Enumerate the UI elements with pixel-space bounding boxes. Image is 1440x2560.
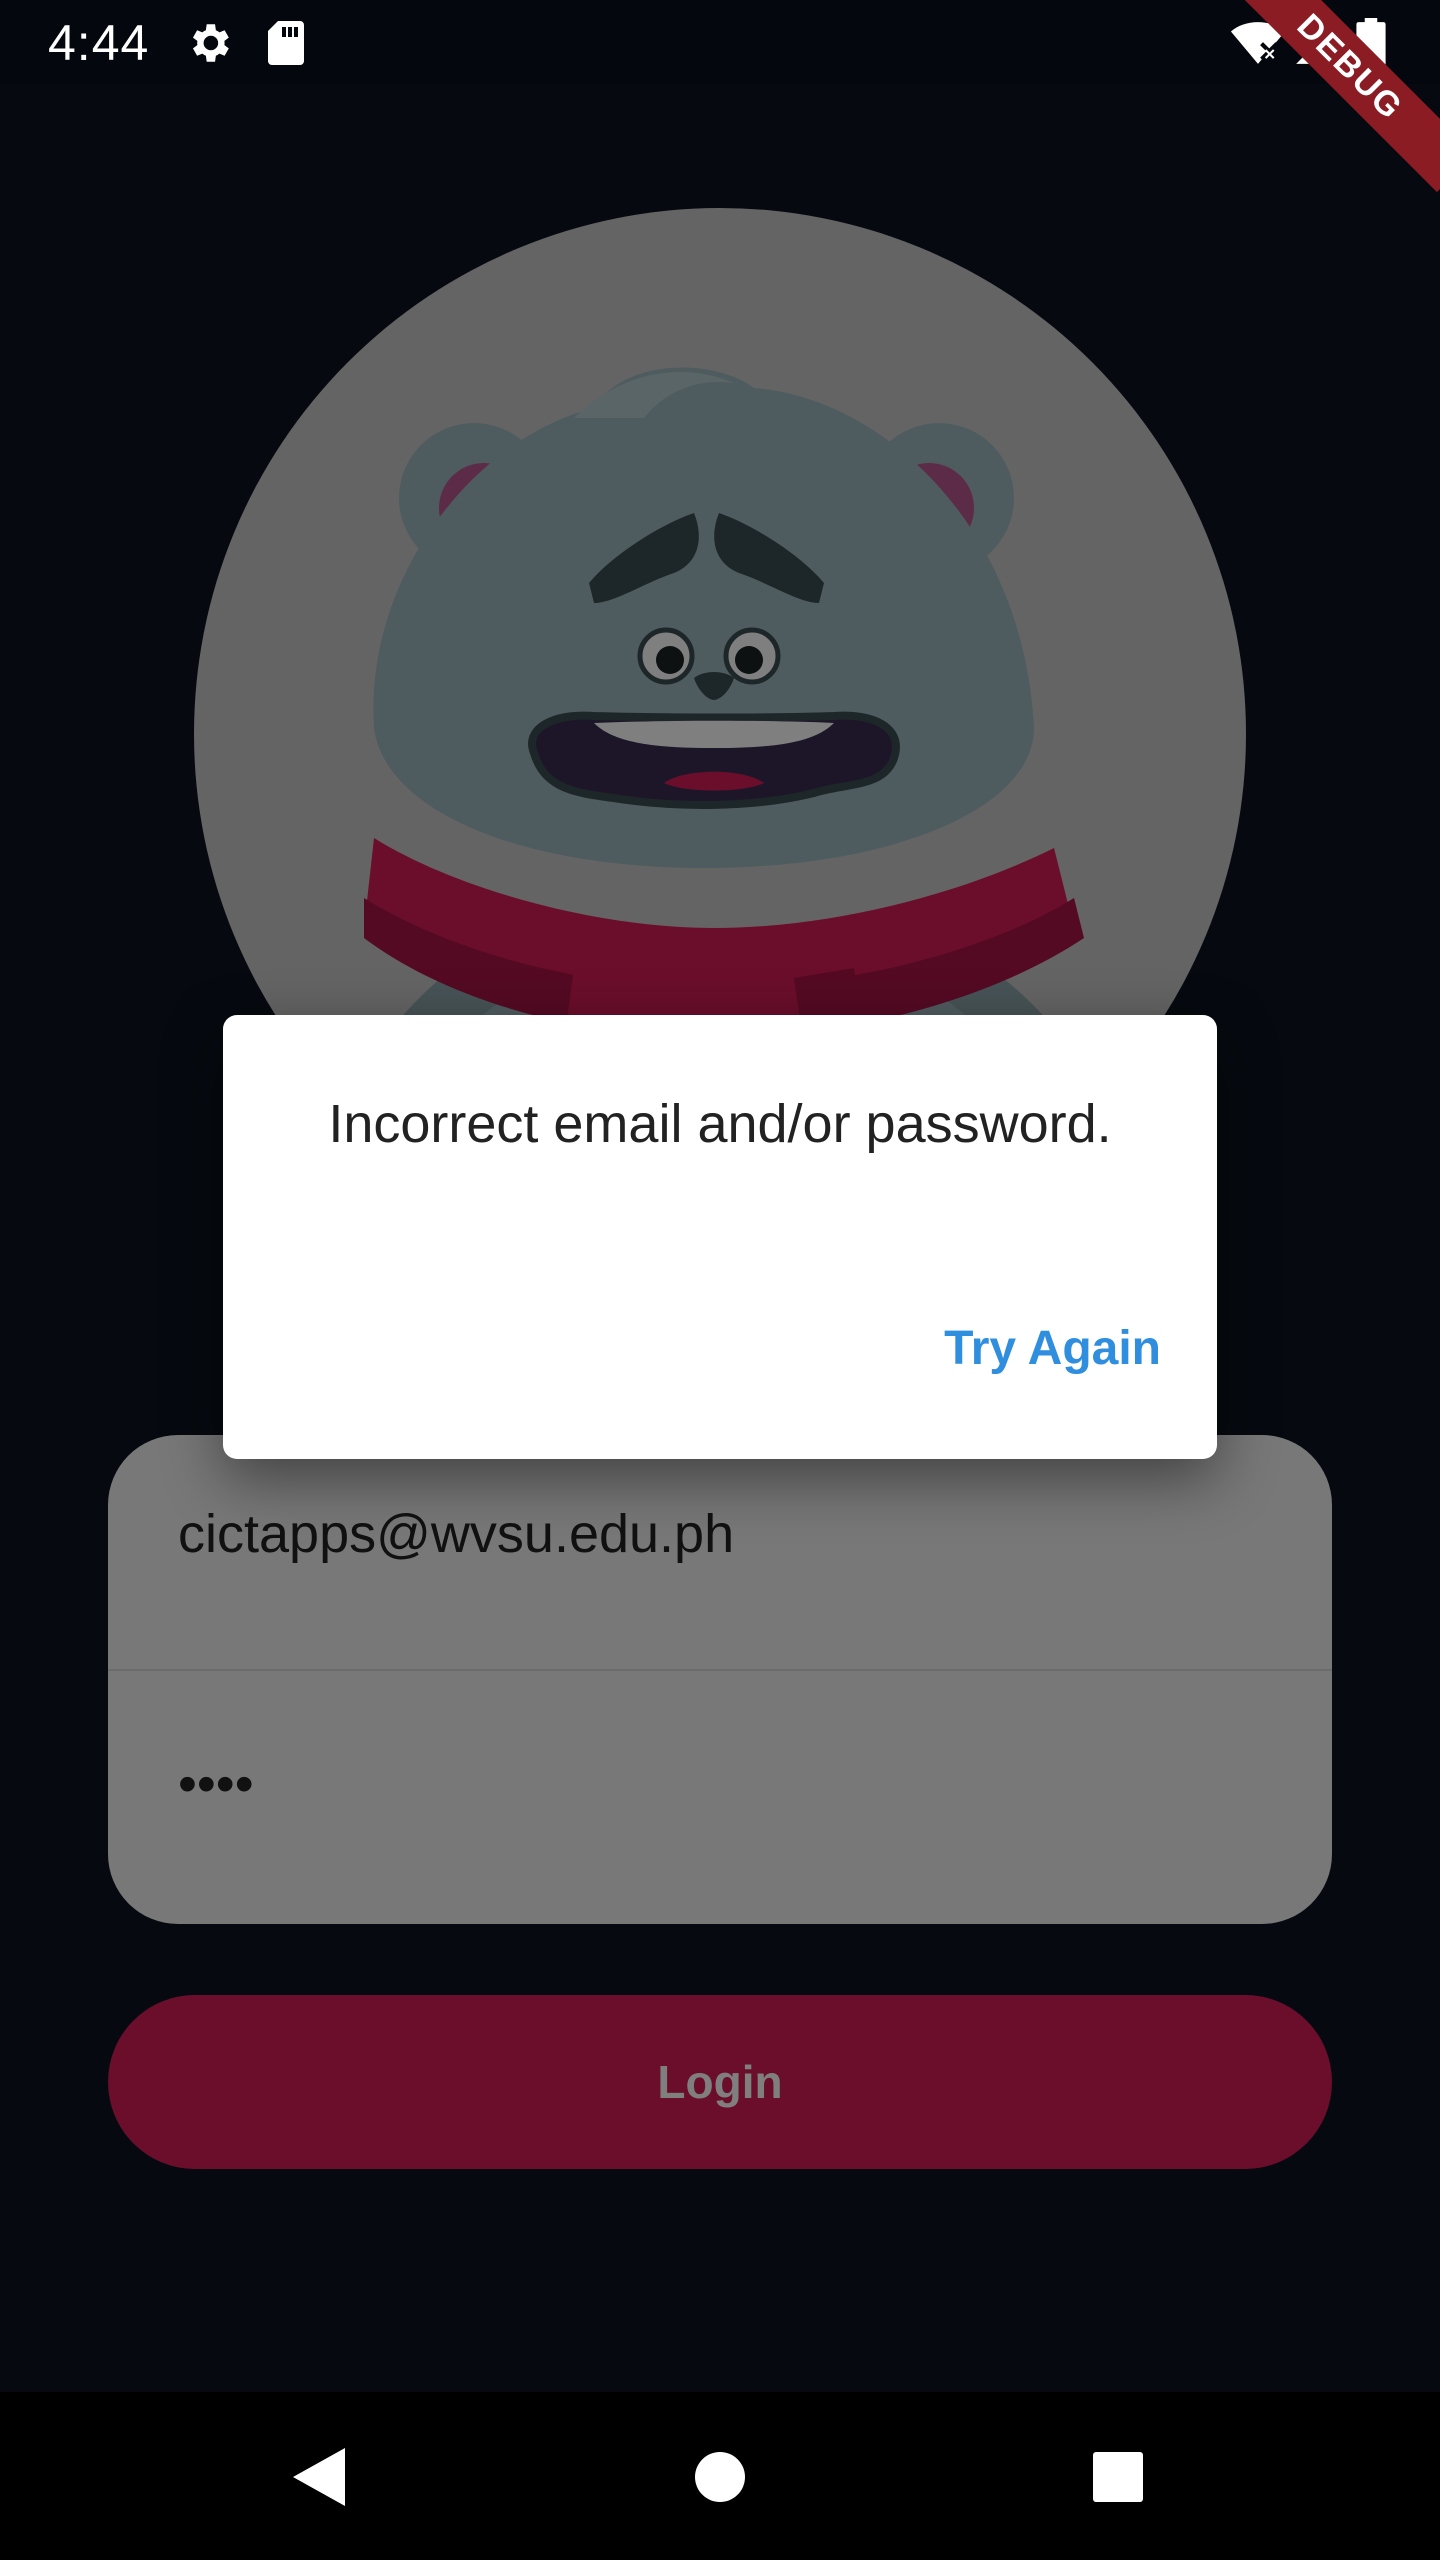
status-bar: 4:44 DEBUG [0, 0, 1440, 193]
sd-card-icon [268, 21, 304, 65]
home-button[interactable] [675, 2432, 765, 2522]
home-icon [695, 2452, 745, 2502]
error-dialog: Incorrect email and/or password. Try Aga… [223, 1015, 1217, 1459]
settings-icon [192, 24, 229, 62]
recents-icon [1093, 2452, 1143, 2502]
try-again-button[interactable]: Try Again [944, 1301, 1161, 1396]
back-icon [293, 2448, 345, 2506]
status-time: 4:44 [48, 15, 150, 71]
dialog-message: Incorrect email and/or password. [328, 1094, 1112, 1154]
back-button[interactable] [274, 2432, 364, 2522]
navigation-bar [0, 2392, 1440, 2560]
recents-button[interactable] [1073, 2432, 1163, 2522]
